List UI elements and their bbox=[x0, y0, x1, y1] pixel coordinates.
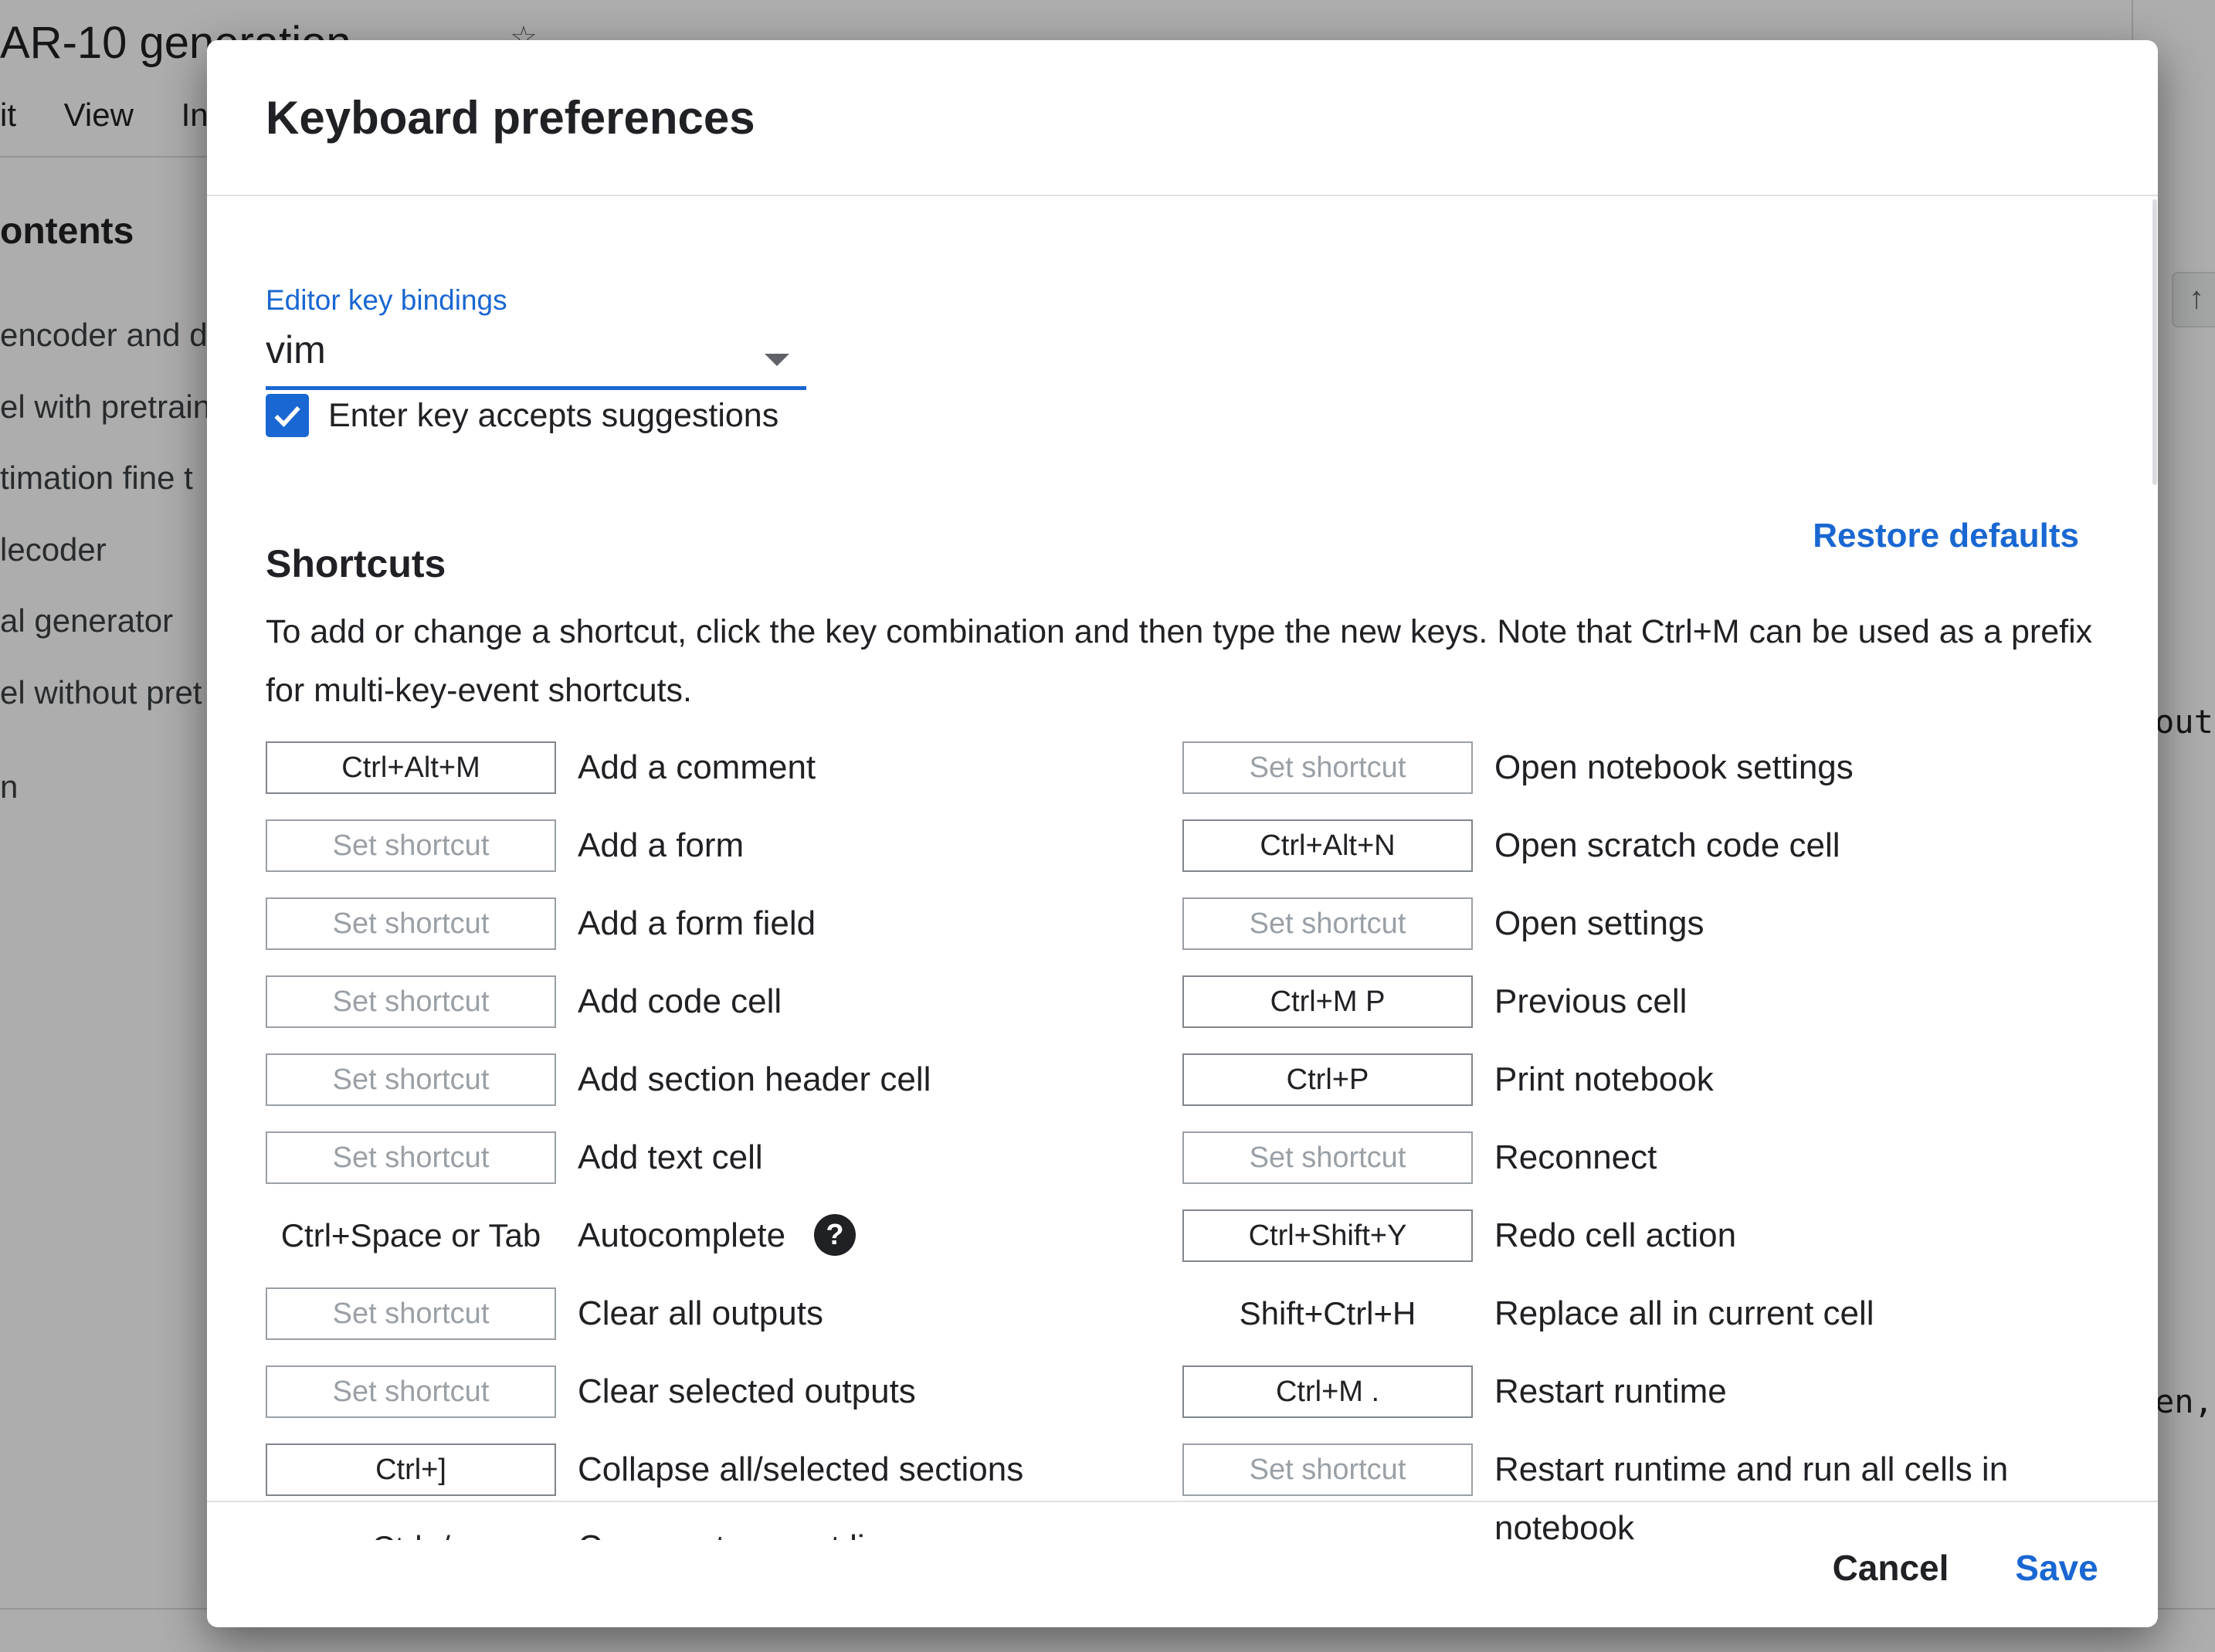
shortcuts-heading: Shortcuts bbox=[266, 542, 446, 585]
shortcut-action-label: Replace all in current cell bbox=[1494, 1294, 1874, 1332]
shortcuts-description: To add or change a shortcut, click the k… bbox=[266, 613, 2093, 709]
shortcut-action-label: Comment current line bbox=[578, 1521, 903, 1540]
shortcut-action-label: Print notebook bbox=[1494, 1060, 1714, 1098]
enter-accepts-label: Enter key accepts suggestions bbox=[328, 397, 779, 434]
shortcut-key-button[interactable]: Set shortcut bbox=[266, 1053, 556, 1106]
shortcut-action-label: Collapse all/selected sections bbox=[578, 1450, 1024, 1488]
shortcut-key-button[interactable]: Set shortcut bbox=[1182, 741, 1473, 794]
shortcut-action-label: Redo cell action bbox=[1494, 1216, 1737, 1254]
shortcut-key-fixed: Ctrl+Space or Tab bbox=[280, 1217, 541, 1253]
cancel-button[interactable]: Cancel bbox=[1821, 1537, 1960, 1599]
shortcut-action-label: Open scratch code cell bbox=[1494, 826, 1840, 864]
shortcut-key-button[interactable]: Set shortcut bbox=[266, 819, 556, 872]
checkmark-icon bbox=[274, 406, 300, 427]
key-bindings-select[interactable]: vim bbox=[266, 327, 806, 390]
keyboard-preferences-dialog: Keyboard preferences Editor key bindings… bbox=[207, 40, 2158, 1627]
shortcut-action-label: Restart runtime bbox=[1494, 1372, 1727, 1410]
shortcut-action-label: Add a form bbox=[578, 826, 745, 864]
shortcut-key-fixed: Shift+Ctrl+H bbox=[1239, 1295, 1416, 1331]
shortcut-key-button[interactable]: Set shortcut bbox=[1182, 897, 1473, 950]
shortcut-key-button[interactable]: Ctrl+Shift+Y bbox=[1182, 1209, 1473, 1262]
shortcut-action-label: Autocomplete bbox=[578, 1216, 786, 1254]
shortcut-key-button[interactable]: Set shortcut bbox=[266, 1365, 556, 1418]
shortcut-key-button[interactable]: Ctrl+Alt+M bbox=[266, 741, 556, 794]
shortcut-action-label: Add section header cell bbox=[578, 1060, 931, 1098]
divider bbox=[207, 1501, 2158, 1502]
shortcut-key-button[interactable]: Set shortcut bbox=[266, 1287, 556, 1340]
restore-defaults-button[interactable]: Restore defaults bbox=[1813, 517, 2079, 555]
shortcut-key-button[interactable]: Set shortcut bbox=[266, 975, 556, 1028]
dialog-title: Keyboard preferences bbox=[266, 92, 755, 144]
shortcut-action-label: Open settings bbox=[1494, 904, 1704, 942]
dialog-content: Editor key bindings vim Enter key accept… bbox=[207, 196, 2158, 1540]
question-mark-icon[interactable]: ? bbox=[814, 1214, 856, 1256]
shortcut-action-label: Reconnect bbox=[1494, 1138, 1657, 1176]
shortcut-key-button[interactable]: Set shortcut bbox=[1182, 1443, 1473, 1496]
shortcut-action-label: Previous cell bbox=[1494, 982, 1688, 1020]
shortcut-action-label: Clear all outputs bbox=[578, 1294, 823, 1332]
chevron-down-icon bbox=[765, 354, 789, 366]
shortcut-key-fixed: Ctrl+/ bbox=[266, 1521, 556, 1540]
shortcut-key-button[interactable]: Set shortcut bbox=[1182, 1131, 1473, 1184]
shortcut-key-button[interactable]: Ctrl+] bbox=[266, 1443, 556, 1496]
shortcut-key-button[interactable]: Ctrl+Alt+N bbox=[1182, 819, 1473, 872]
shortcut-key-button[interactable]: Set shortcut bbox=[266, 897, 556, 950]
scrollbar[interactable] bbox=[2152, 199, 2157, 485]
shortcut-action-label: Clear selected outputs bbox=[578, 1372, 916, 1410]
shortcut-key-button[interactable]: Ctrl+M P bbox=[1182, 975, 1473, 1028]
shortcut-action-label: Restart runtime and run all cells in not… bbox=[1494, 1450, 2009, 1540]
save-button[interactable]: Save bbox=[1999, 1537, 2115, 1599]
shortcut-action-label: Open notebook settings bbox=[1494, 748, 1854, 786]
enter-accepts-checkbox[interactable] bbox=[266, 394, 309, 437]
shortcut-action-label: Add code cell bbox=[578, 982, 782, 1020]
shortcut-action-label: Add a form field bbox=[578, 904, 816, 942]
shortcut-key-button[interactable]: Ctrl+M . bbox=[1182, 1365, 1473, 1418]
key-bindings-label: Editor key bindings bbox=[266, 284, 507, 316]
shortcut-key-button[interactable]: Ctrl+P bbox=[1182, 1053, 1473, 1106]
shortcut-action-label: Add text cell bbox=[578, 1138, 763, 1176]
shortcut-action-label: Add a comment bbox=[578, 748, 816, 786]
key-bindings-value: vim bbox=[266, 328, 326, 371]
shortcut-key-button[interactable]: Set shortcut bbox=[266, 1131, 556, 1184]
